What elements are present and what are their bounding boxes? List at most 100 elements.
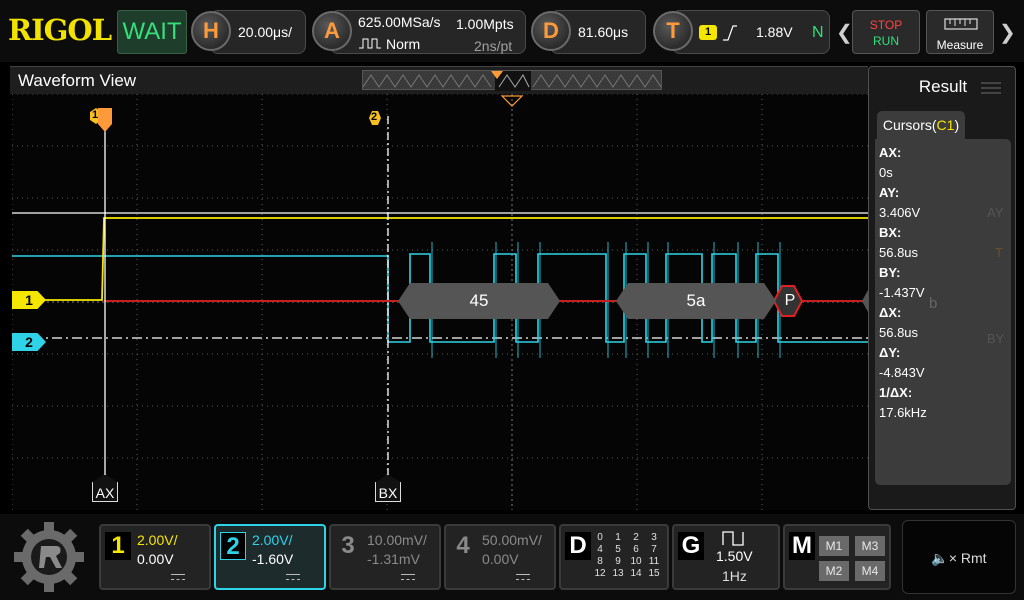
result-value: 56.8us [879, 245, 919, 260]
result-menu-icon[interactable] [981, 81, 1001, 95]
waveform-grid[interactable]: 1 2 1 2 45 5a P AX BX [12, 94, 868, 587]
digital-bit: 0 [597, 532, 603, 543]
tab-cursors-prefix: Cursors( [882, 117, 937, 133]
measure-label: Measure [936, 38, 984, 52]
result-label: AX: [879, 145, 902, 160]
trigger-flag-icon [90, 108, 112, 132]
digital-bit: 6 [633, 544, 639, 555]
bottom-toolbar: 1 2.00V/ 0.00V 2 2.00V/ -1.60V 3 10.00mV… [0, 514, 1024, 600]
tab-cursors-channel: C1 [936, 117, 955, 133]
memory-position-bar[interactable] [362, 70, 662, 91]
math-m4-button[interactable]: M4 [855, 561, 885, 581]
brand-logo: RIGOL [8, 13, 112, 47]
timebase-value: 20.00μs/ [238, 24, 292, 40]
trigger-marker-source: 1 [92, 109, 99, 121]
delay-value: 81.60μs [578, 24, 629, 40]
result-label: BY: [879, 265, 901, 280]
stop-label: STOP [869, 18, 903, 32]
tab-cursors[interactable]: Cursors(C1) [877, 111, 965, 139]
trigger-mode: N [812, 24, 824, 41]
measure-button[interactable]: Measure [926, 10, 994, 54]
result-value: -1.437V [879, 285, 925, 300]
chevron-right-icon[interactable]: ❯ [999, 20, 1016, 45]
trigger-icon[interactable]: T [653, 11, 693, 51]
channel-1-number: 1 [105, 532, 131, 560]
rising-edge-icon [723, 25, 737, 41]
trigger-source-badge: 1 [699, 25, 717, 40]
math-m1-button[interactable]: M1 [819, 536, 849, 556]
math-m3-button[interactable]: M3 [855, 536, 885, 556]
channel-4-scale: 50.00mV/ [482, 532, 542, 548]
digital-bit: 15 [648, 568, 660, 579]
channel-2-offset: -1.60V [252, 551, 294, 567]
channel-3-settings[interactable]: 3 10.00mV/ -1.31mV [329, 524, 441, 590]
remote-label: Rmt [960, 550, 987, 566]
digital-bit: 4 [597, 544, 603, 555]
cursor-channel-marker-label: 2 [371, 111, 378, 123]
acquisition-status[interactable]: WAIT [117, 10, 187, 54]
channel-3-number: 3 [341, 532, 355, 559]
horizontal-icon[interactable]: H [191, 11, 231, 51]
math-m2-button[interactable]: M2 [819, 561, 849, 581]
cursor-results: AX: 0s AY: 3.406V BX: 56.8us BY: -1.437V… [875, 139, 1011, 485]
generator-frequency: 1Hz [722, 568, 747, 584]
math-settings[interactable]: M M1 M3 M2 M4 [783, 524, 891, 590]
channel-2-settings[interactable]: 2 2.00V/ -1.60V [214, 524, 326, 590]
stop-run-button[interactable]: STOP RUN [852, 10, 920, 54]
dc-coupling-icon [171, 574, 185, 580]
memory-overview-icon [362, 71, 662, 91]
channel-4-number: 4 [456, 532, 470, 559]
channel-2-scale: 2.00V/ [252, 532, 293, 548]
ruler-icon [944, 18, 978, 30]
digital-bit: 2 [633, 532, 639, 543]
delay-icon[interactable]: D [531, 11, 571, 51]
acquire-mode: Norm [386, 36, 421, 52]
dc-coupling-icon [516, 574, 530, 580]
channel-3-offset: -1.31mV [367, 551, 420, 567]
generator-settings[interactable]: G 1.50V 1Hz [672, 524, 780, 590]
remote-status[interactable]: 🔈× Rmt [902, 520, 1016, 594]
digital-channels-settings[interactable]: D 0123 4567 8 9 10 11 12 13 14 15 [559, 524, 669, 590]
generator-amplitude: 1.50V [716, 548, 753, 564]
channel-1-settings[interactable]: 1 2.00V/ 0.00V [99, 524, 211, 590]
decode-packet[interactable]: 45 [398, 283, 560, 319]
dc-coupling-icon [401, 574, 415, 580]
digital-bit: 1 [615, 532, 621, 543]
digital-bit: 5 [615, 544, 621, 555]
square-wave-icon [722, 531, 744, 546]
result-label: 1/ΔX: [879, 385, 913, 400]
stop-condition-label: P [784, 292, 796, 309]
result-value: 17.6kHz [879, 405, 927, 420]
run-label: RUN [873, 34, 899, 48]
sample-rate: 625.00MSa/s [358, 14, 441, 30]
channel-4-settings[interactable]: 4 50.00mV/ 0.00V [444, 524, 556, 590]
acquire-mode-icon [359, 38, 381, 49]
digital-bit: 13 [612, 568, 624, 579]
digital-bit: 14 [630, 568, 642, 579]
channel-1-scale: 2.00V/ [137, 532, 178, 548]
digital-bit: 10 [630, 556, 642, 567]
result-label: ΔY: [879, 345, 901, 360]
acquire-icon[interactable]: A [312, 11, 352, 51]
ghost-decode-label: b [929, 295, 938, 312]
ghost-trigger-label: T [995, 245, 1003, 260]
acquire-resolution: 2ns/pt [474, 38, 513, 54]
dc-coupling-icon [286, 574, 300, 580]
trigger-level-marker[interactable]: 1 [84, 108, 114, 132]
math-label: M [789, 532, 815, 560]
trigger-settings[interactable] [672, 10, 830, 54]
chevron-left-icon[interactable]: ❮ [836, 20, 853, 45]
result-panel: Result Cursors(C1) AX: 0s AY: 3.406V BX:… [868, 66, 1016, 510]
home-gear-icon[interactable] [12, 520, 86, 594]
cursor-channel-marker: 2 [367, 110, 383, 126]
result-label: ΔX: [879, 305, 902, 320]
decode-packet[interactable]: 5a [616, 283, 776, 319]
generator-label: G [678, 532, 704, 560]
memory-depth: 1.00Mpts [456, 16, 514, 32]
tab-cursors-suffix: ) [954, 117, 960, 133]
channel-4-offset: 0.00V [482, 551, 519, 567]
top-toolbar: RIGOL WAIT H 20.00μs/ A 625.00MSa/s 1.00… [0, 0, 1024, 62]
digital-channel-grid: 0123 4567 8 9 10 11 12 13 14 15 [591, 532, 663, 580]
digital-bit: 12 [594, 568, 606, 579]
ghost-ay-label: AY [987, 205, 1004, 220]
